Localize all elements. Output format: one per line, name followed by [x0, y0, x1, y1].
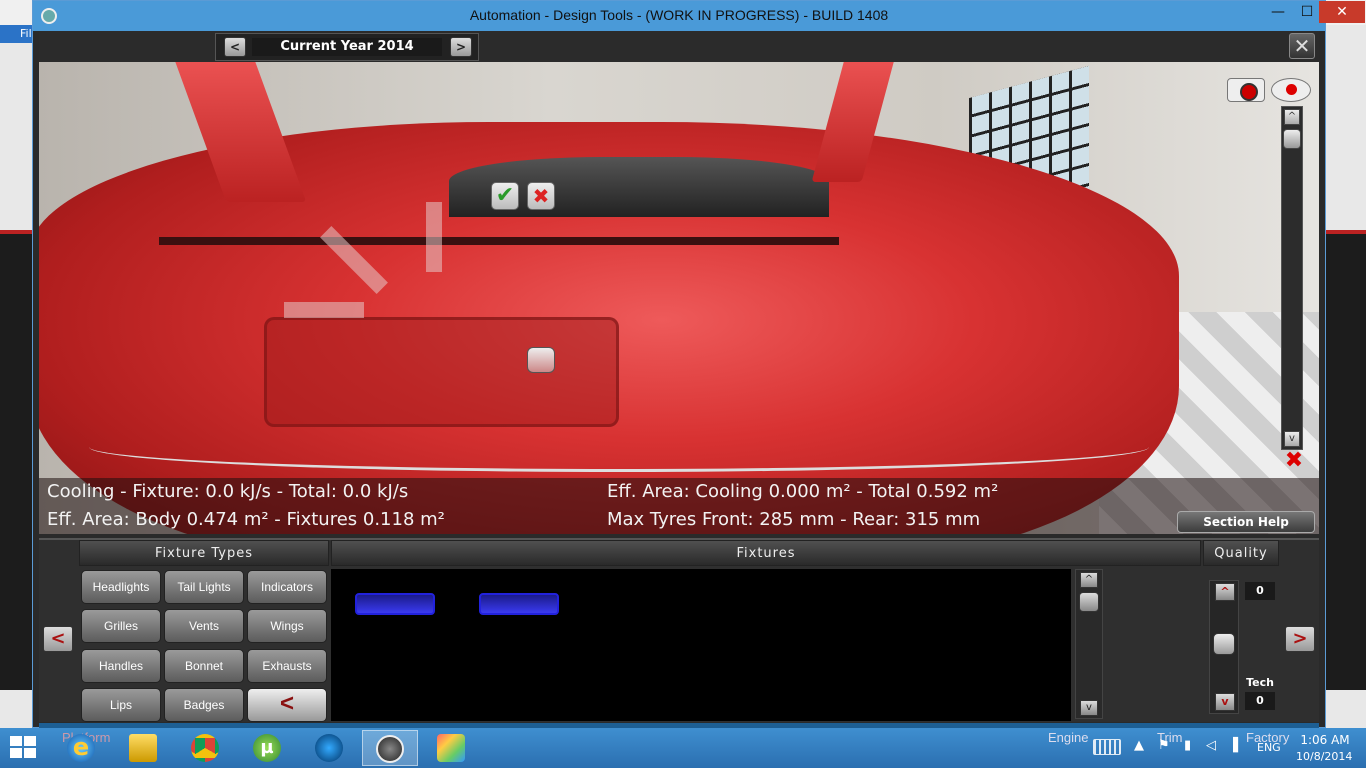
quality-down-button[interactable]: v: [1215, 693, 1235, 711]
nav-tab-engine[interactable]: Engine: [1048, 730, 1088, 745]
fixture-gizmo-icon[interactable]: [527, 347, 555, 373]
stats-overlay: Cooling - Fixture: 0.0 kJ/s - Total: 0.0…: [39, 478, 1319, 534]
type-vents-button[interactable]: Vents: [164, 609, 244, 643]
type-headlights-button[interactable]: Headlights: [81, 570, 161, 604]
confirm-check-icon[interactable]: ✔: [491, 182, 519, 210]
game-window: Automation - Design Tools - (WORK IN PRO…: [32, 0, 1365, 729]
eff-area-cooling-stat: Eff. Area: Cooling 0.000 m² - Total 0.59…: [607, 481, 999, 502]
language-indicator[interactable]: ENG: [1257, 741, 1281, 754]
network-icon[interactable]: ▐: [1228, 738, 1238, 753]
taskbar-utorrent[interactable]: µ: [240, 730, 296, 766]
year-next-button[interactable]: >: [450, 37, 472, 57]
paint-icon: [437, 734, 465, 762]
type-wings-button[interactable]: Wings: [247, 609, 327, 643]
type-indicators-button[interactable]: Indicators: [247, 570, 327, 604]
zoom-slider[interactable]: ^ v: [1281, 106, 1303, 450]
year-selector: < Current Year 2014 >: [215, 33, 479, 61]
year-prev-button[interactable]: <: [224, 37, 246, 57]
eff-area-body-stat: Eff. Area: Body 0.474 m² - Fixtures 0.11…: [47, 509, 445, 530]
cooling-stat: Cooling - Fixture: 0.0 kJ/s - Total: 0.0…: [47, 481, 409, 502]
chrome-icon: [191, 734, 219, 762]
zoom-slider-thumb[interactable]: [1283, 129, 1301, 149]
fixtures-list: [331, 569, 1071, 721]
zoom-up-button[interactable]: ^: [1284, 109, 1300, 125]
clock-date[interactable]: 10/8/2014: [1296, 750, 1352, 763]
window-titlebar[interactable]: Automation - Design Tools - (WORK IN PRO…: [33, 1, 1365, 31]
window-title: Automation - Design Tools - (WORK IN PRO…: [469, 7, 889, 23]
panel-next-button[interactable]: >: [1285, 626, 1315, 652]
fixtures-scroll-up-button[interactable]: ^: [1080, 572, 1098, 588]
folder-icon: [129, 734, 157, 762]
car-trunk-line: [159, 237, 839, 245]
tech-label: Tech: [1246, 676, 1274, 689]
panel-prev-button[interactable]: <: [43, 626, 73, 652]
quality-slider-thumb[interactable]: [1213, 633, 1235, 655]
type-badges-button[interactable]: Badges: [164, 688, 244, 722]
move-up-arrow-icon[interactable]: [426, 202, 442, 272]
tech-value: 0: [1245, 692, 1275, 710]
taskbar-paint[interactable]: [424, 730, 480, 766]
taskbar-automation[interactable]: [362, 730, 418, 766]
fixtures-header: Fixtures: [331, 540, 1201, 566]
quality-value: 0: [1245, 582, 1275, 600]
plate-recess: [264, 317, 619, 427]
flag-icon[interactable]: ⚑: [1158, 738, 1170, 753]
fixture-item[interactable]: [479, 593, 559, 615]
quality-up-button[interactable]: ^: [1215, 583, 1235, 601]
automation-icon: [376, 735, 404, 763]
type-grilles-button[interactable]: Grilles: [81, 609, 161, 643]
utorrent-icon: µ: [253, 734, 281, 762]
section-help-button[interactable]: Section Help: [1177, 511, 1315, 533]
fixture-types-header: Fixture Types: [79, 540, 329, 566]
show-hidden-icons-icon[interactable]: ▲: [1134, 738, 1144, 753]
window-close-button[interactable]: ✕: [1319, 1, 1365, 23]
minimize-button[interactable]: —: [1263, 1, 1293, 23]
fixtures-scroll-down-button[interactable]: v: [1080, 700, 1098, 716]
fixtures-scrollbar[interactable]: ^ v: [1075, 569, 1103, 719]
current-year-label: Current Year 2014: [252, 38, 442, 56]
type-lips-button[interactable]: Lips: [81, 688, 161, 722]
type-exhausts-button[interactable]: Exhausts: [247, 649, 327, 683]
fixtures-scroll-thumb[interactable]: [1079, 592, 1099, 612]
eye-icon[interactable]: [1271, 78, 1311, 102]
type-bonnet-button[interactable]: Bonnet: [164, 649, 244, 683]
design-close-button[interactable]: ✕: [1289, 33, 1315, 59]
taskbar: Platform Engine Trim Factory e µ ▲ ⚑ ▮ ◁…: [0, 728, 1366, 768]
taskbar-chrome[interactable]: [178, 730, 234, 766]
fixtures-panel: Fixture Types Fixtures Quality < Headlig…: [39, 538, 1319, 722]
ie-icon: e: [67, 734, 95, 762]
quality-header: Quality: [1203, 540, 1279, 566]
quality-slider[interactable]: ^ v: [1209, 580, 1239, 714]
move-left-arrow-icon[interactable]: [284, 302, 364, 318]
fixture-types-grid: Headlights Tail Lights Indicators Grille…: [81, 568, 329, 724]
3d-viewport[interactable]: ✔ ✖ ^ v ✖ Cooling - Fixture: 0.0 kJ/s - …: [39, 62, 1319, 534]
chrome-trim-line: [89, 422, 1149, 472]
type-handles-button[interactable]: Handles: [81, 649, 161, 683]
fixture-item[interactable]: [355, 593, 435, 615]
type-tail-lights-button[interactable]: Tail Lights: [164, 570, 244, 604]
background-dark-strip-right: [1320, 230, 1366, 690]
game-top-bar: < Current Year 2014 > ✕: [39, 31, 1319, 62]
windows-start-icon[interactable]: [10, 736, 38, 760]
max-tyres-stat: Max Tyres Front: 285 mm - Rear: 315 mm: [607, 509, 981, 530]
keyboard-icon[interactable]: [1093, 739, 1121, 755]
types-back-button[interactable]: <: [247, 688, 327, 722]
maximize-button[interactable]: ☐: [1292, 1, 1322, 23]
taskbar-steam[interactable]: [302, 730, 358, 766]
battery-icon[interactable]: ▮: [1184, 738, 1191, 753]
cancel-x-icon[interactable]: ✖: [527, 182, 555, 210]
clock-time[interactable]: 1:06 AM: [1300, 733, 1350, 747]
zoom-down-button[interactable]: v: [1284, 431, 1300, 447]
taskbar-explorer[interactable]: [116, 730, 172, 766]
steam-icon: [315, 734, 343, 762]
speaker-icon[interactable]: ◁: [1206, 738, 1216, 753]
camera-icon[interactable]: [1227, 78, 1265, 102]
hide-overlay-icon[interactable]: ✖: [1277, 450, 1311, 472]
taskbar-ie[interactable]: e: [54, 730, 110, 766]
car-body[interactable]: [39, 122, 1179, 534]
